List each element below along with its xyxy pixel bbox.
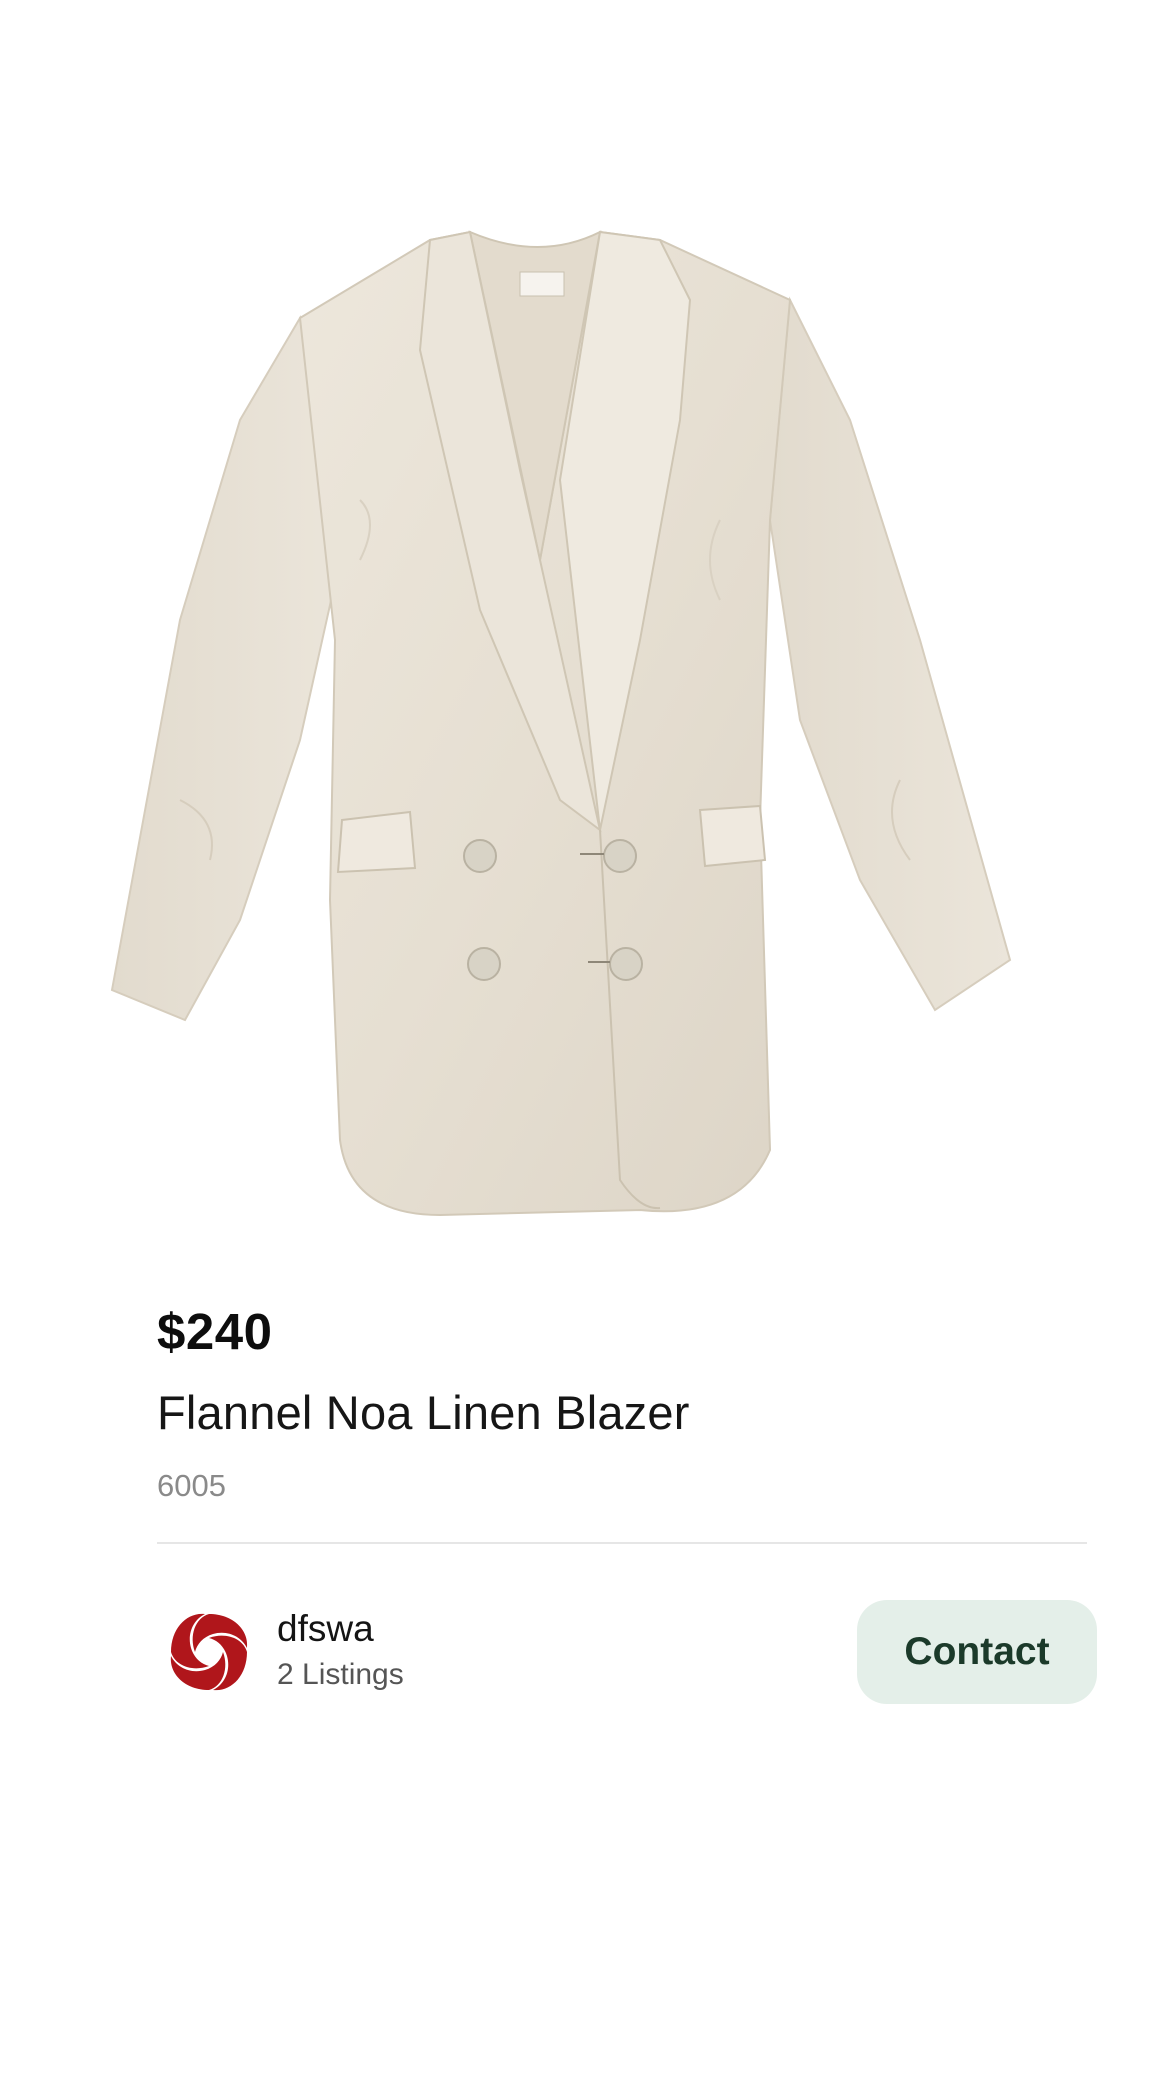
seller-name[interactable]: dfswa [277, 1608, 374, 1650]
listing-info-card: $240 Flannel Noa Linen Blazer 6005 dfswa… [113, 1280, 1121, 1730]
divider [157, 1542, 1087, 1544]
product-title: Flannel Noa Linen Blazer [157, 1386, 690, 1439]
blazer-illustration [110, 230, 1012, 1217]
seller-listings-count: 2 Listings [277, 1658, 404, 1691]
product-code: 6005 [157, 1468, 226, 1503]
price: $240 [157, 1303, 273, 1360]
product-image[interactable] [0, 0, 1170, 1290]
red-swirl-logo-icon [170, 1613, 248, 1691]
listing-page: $240 Flannel Noa Linen Blazer 6005 dfswa… [0, 0, 1170, 2080]
seller-row: dfswa 2 Listings Contact [157, 1600, 1097, 1710]
contact-button[interactable]: Contact [857, 1600, 1097, 1704]
seller-avatar[interactable] [163, 1606, 255, 1698]
